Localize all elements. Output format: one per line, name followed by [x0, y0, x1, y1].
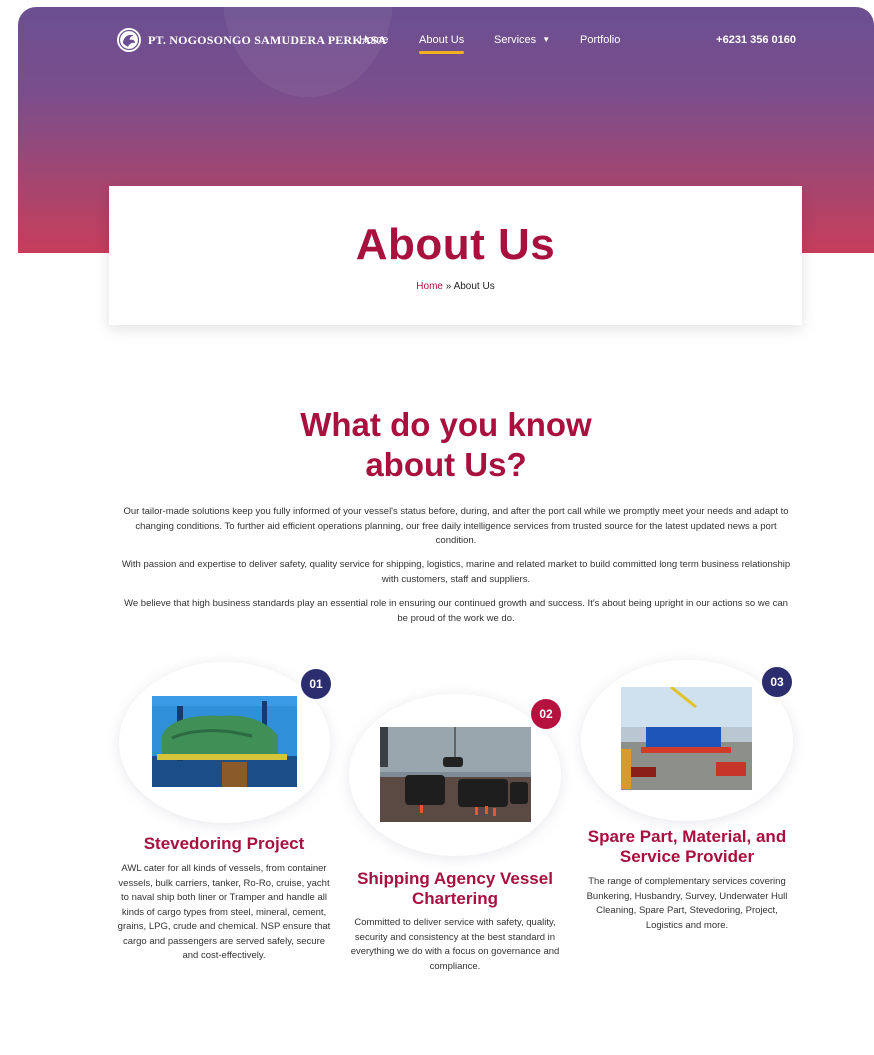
- service-title: Spare Part, Material, and Service Provid…: [587, 827, 787, 866]
- nav-portfolio[interactable]: Portfolio: [580, 34, 620, 46]
- chevron-down-icon: ▼: [542, 35, 551, 44]
- nav-services[interactable]: Services ▼: [494, 34, 550, 46]
- breadcrumb: Home » About Us: [109, 281, 802, 292]
- service-number-badge: 03: [762, 667, 792, 697]
- page-title-card: About Us Home » About Us: [109, 186, 802, 325]
- service-description: The range of complementary services cove…: [586, 876, 788, 931]
- about-paragraph-2: With passion and expertise to deliver sa…: [121, 559, 791, 585]
- about-heading: What do you know about Us?: [18, 405, 874, 485]
- about-paragraph-1: Our tailor-made solutions keep you fully…: [123, 506, 789, 546]
- about-paragraph-3: We believe that high business standards …: [124, 598, 788, 624]
- service-title: Shipping Agency Vessel Chartering: [357, 869, 553, 908]
- service-description: AWL cater for all kinds of vessels, from…: [117, 863, 331, 961]
- nav-home[interactable]: Home: [359, 34, 388, 46]
- shipping-agency-photo: [380, 727, 531, 822]
- nav-about-us[interactable]: About Us: [419, 34, 465, 54]
- breadcrumb-current: About Us: [453, 281, 495, 292]
- page-title: About Us: [355, 220, 556, 269]
- breadcrumb-separator: »: [445, 281, 452, 292]
- service-title: Stevedoring Project: [143, 834, 305, 853]
- about-heading-line2: about Us?: [365, 446, 527, 483]
- phone-number[interactable]: +6231 356 0160: [716, 34, 796, 46]
- service-number-badge: 01: [301, 669, 331, 699]
- service-description: Committed to deliver service with safety…: [350, 917, 560, 972]
- page: PT. NOGOSONGO SAMUDERA PERKASA Home Abou…: [18, 7, 874, 1055]
- about-heading-line1: What do you know: [300, 406, 592, 443]
- nav-services-label: Services: [494, 34, 537, 46]
- spare-part-photo: [621, 687, 752, 790]
- breadcrumb-home-link[interactable]: Home: [416, 281, 443, 292]
- service-number-badge: 02: [531, 699, 561, 729]
- stevedoring-photo: [152, 696, 297, 787]
